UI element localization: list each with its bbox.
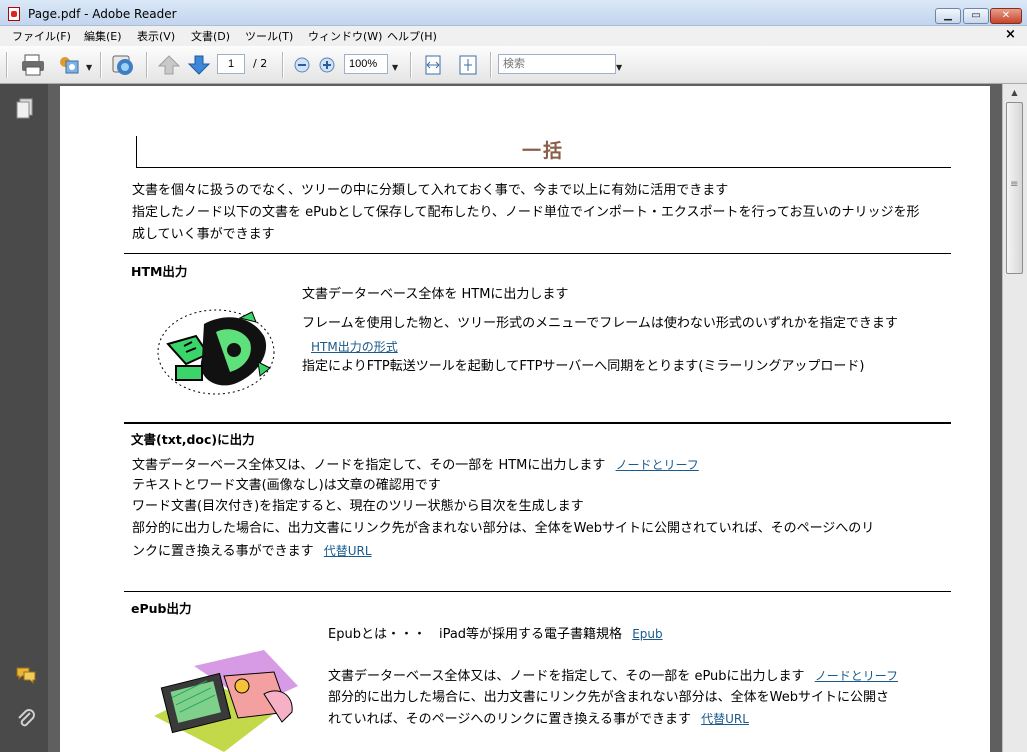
close-document-icon[interactable]: × (1005, 27, 1016, 42)
epub-link[interactable]: Epub (632, 627, 662, 641)
next-page-icon[interactable] (186, 52, 212, 78)
menu-bar: ファイル(F) 編集(E) 表示(V) 文書(D) ツール(T) ウィンドウ(W… (0, 26, 1027, 46)
epub-line-text: れていれば、そのページへのリンクに置き換える事ができます (328, 712, 691, 727)
txt-line: テキストとワード文書(画像なし)は文章の確認用です (132, 478, 441, 493)
close-button[interactable]: ✕ (990, 8, 1022, 24)
vertical-scrollbar[interactable]: ▲ (1002, 84, 1027, 752)
share-dropdown-icon[interactable]: ▼ (86, 63, 92, 72)
toolbar-separator (490, 52, 492, 78)
alternate-url-link[interactable]: 代替URL (324, 544, 372, 558)
node-leaf-link[interactable]: ノードとリーフ (815, 669, 898, 683)
txt-line: 文書データーベース全体又は、ノードを指定して、その一部を HTMに出力します ノ… (132, 455, 699, 476)
page-total: / 2 (253, 57, 268, 70)
txt-heading: 文書(txt,doc)に出力 (131, 432, 255, 447)
section-divider (124, 253, 951, 254)
fit-page-icon[interactable] (455, 52, 481, 78)
htm-line: 文書データーベース全体を HTMに出力します (302, 287, 569, 302)
pdf-page: 一括 文書を個々に扱うのでなく、ツリーの中に分類して入れておく事で、今まで以上に… (60, 86, 990, 752)
intro-line: 指定したノード以下の文書を ePubとして保存して配布したり、ノード単位でインポ… (132, 205, 920, 220)
fit-width-icon[interactable] (420, 52, 446, 78)
search-dropdown-icon[interactable]: ▼ (616, 63, 622, 72)
htm-line: フレームを使用した物と、ツリー形式のメニューでフレームは使わない形式のいずれかを… (302, 316, 898, 331)
htm-clipart-image (156, 306, 278, 401)
txt-line: 部分的に出力した場合に、出力文書にリンク先が含まれない部分は、全体をWebサイト… (132, 521, 875, 536)
zoom-level-input[interactable] (344, 54, 388, 74)
menu-help[interactable]: ヘルプ(H) (387, 28, 437, 44)
attachments-icon[interactable] (16, 708, 36, 733)
htm-line: 指定によりFTP転送ツールを起動してFTPサーバーへ同期をとります(ミラーリング… (302, 359, 865, 374)
section-divider (124, 591, 951, 592)
search-input[interactable] (498, 54, 616, 74)
intro-line: 文書を個々に扱うのでなく、ツリーの中に分類して入れておく事で、今まで以上に有効に… (132, 183, 729, 198)
toolbar-separator (282, 52, 284, 78)
toolbar-separator (410, 52, 412, 78)
zoom-dropdown-icon[interactable]: ▼ (392, 63, 398, 72)
comments-icon[interactable] (16, 666, 36, 687)
epub-line: れていれば、そのページへのリンクに置き換える事ができます 代替URL (328, 709, 749, 730)
scrollbar-thumb[interactable] (1006, 102, 1023, 274)
alternate-url-link[interactable]: 代替URL (701, 712, 749, 726)
txt-line-text: 文書データーベース全体又は、ノードを指定して、その一部を HTMに出力します (132, 458, 606, 473)
menu-tools[interactable]: ツール(T) (245, 28, 293, 44)
print-icon[interactable] (20, 52, 46, 78)
pages-icon[interactable] (16, 98, 34, 123)
menu-file[interactable]: ファイル(F) (12, 28, 71, 44)
htm-format-link[interactable]: HTM出力の形式 (311, 337, 398, 357)
toolbar-separator (100, 52, 102, 78)
toolbar-separator (146, 52, 148, 78)
node-leaf-link[interactable]: ノードとリーフ (616, 458, 699, 472)
title-underline (136, 167, 951, 168)
epub-line: 部分的に出力した場合に、出力文書にリンク先が含まれない部分は、全体をWebサイト… (328, 690, 889, 705)
review-icon[interactable] (110, 52, 136, 78)
title-frame-left (136, 136, 137, 168)
share-icon[interactable] (56, 52, 82, 78)
maximize-button[interactable]: ▭ (963, 8, 989, 24)
txt-line: ワード文書(目次付き)を指定すると、現在のツリー状態から目次を生成します (132, 499, 584, 514)
intro-line: 成していく事ができます (132, 227, 275, 242)
minimize-button[interactable]: ▁ (935, 8, 961, 24)
menu-document[interactable]: 文書(D) (191, 28, 230, 44)
zoom-in-icon[interactable] (317, 55, 337, 75)
epub-clipart-image (154, 646, 304, 752)
toolbar: ▼ / 2 ▼ ▼ (0, 46, 1027, 84)
zoom-out-icon[interactable] (292, 55, 312, 75)
epub-heading: ePub出力 (131, 601, 192, 616)
page-number-input[interactable] (217, 54, 245, 74)
txt-line: ンクに置き換える事ができます 代替URL (132, 541, 372, 562)
pdf-app-icon (8, 7, 20, 21)
toolbar-separator (6, 52, 8, 78)
epub-line: 文書データーベース全体又は、ノードを指定して、その一部を ePubに出力します … (328, 666, 898, 687)
window-title: Page.pdf - Adobe Reader (28, 7, 177, 21)
epub-line-text: Epubとは・・・ iPad等が採用する電子書籍規格 (328, 627, 623, 642)
title-bar: Page.pdf - Adobe Reader ▁ ▭ ✕ (0, 0, 1027, 26)
section-divider (124, 422, 951, 424)
menu-edit[interactable]: 編集(E) (84, 28, 122, 44)
previous-page-icon[interactable] (156, 52, 182, 78)
epub-line: Epubとは・・・ iPad等が採用する電子書籍規格 Epub (328, 624, 663, 645)
navigation-panel (0, 84, 48, 752)
scroll-up-icon[interactable]: ▲ (1006, 88, 1023, 102)
menu-view[interactable]: 表示(V) (137, 28, 175, 44)
txt-line-text: ンクに置き換える事ができます (132, 544, 314, 559)
htm-heading: HTM出力 (131, 264, 188, 279)
epub-line-text: 文書データーベース全体又は、ノードを指定して、その一部を ePubに出力します (328, 669, 805, 684)
page-title: 一括 (522, 140, 565, 162)
menu-window[interactable]: ウィンドウ(W) (308, 28, 382, 44)
